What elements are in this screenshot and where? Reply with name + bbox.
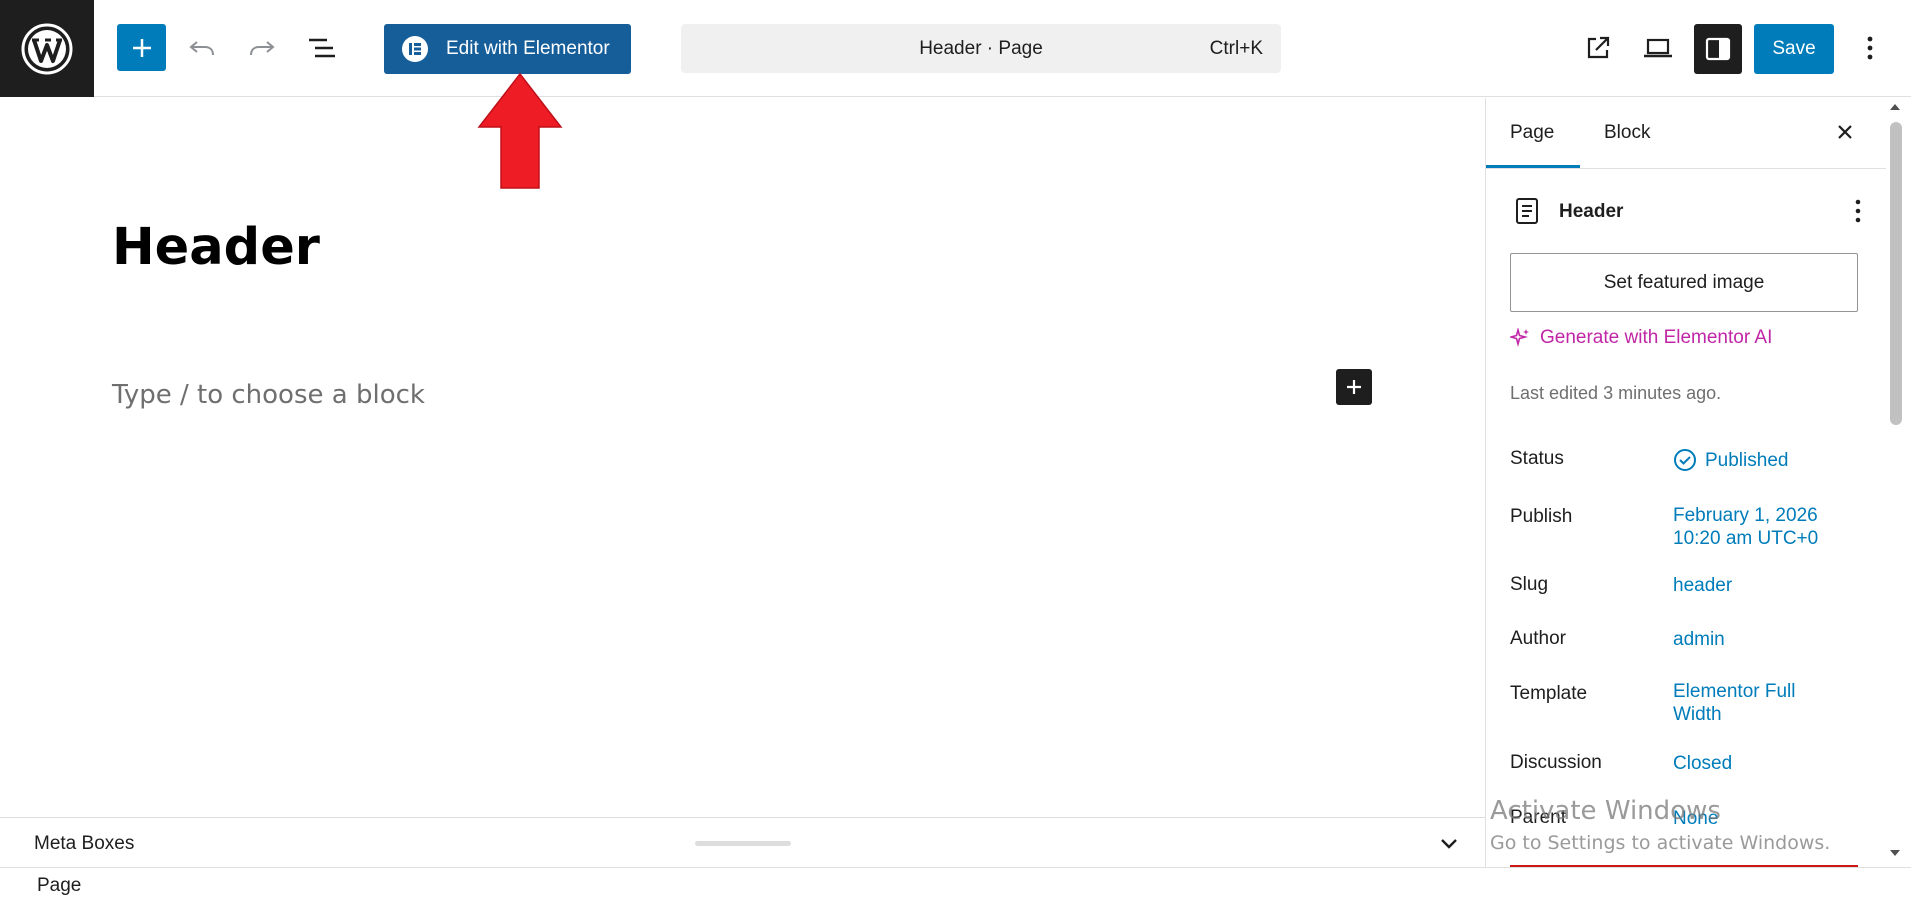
more-vertical-icon[interactable] [1846,198,1870,224]
list-view-icon [309,38,335,58]
inline-add-block-button[interactable] [1336,369,1372,405]
scroll-down-arrow-icon[interactable] [1890,850,1900,856]
slug-value[interactable]: header [1673,574,1843,597]
publish-date: February 1, 2026 [1673,505,1818,526]
undo-icon [189,41,214,56]
settings-sidebar: Page Block Header Set featured image Gen… [1485,98,1888,867]
meta-boxes-panel: Meta Boxes [0,817,1485,867]
template-value-line1: Elementor Full [1673,681,1796,702]
desktop-icon [1644,38,1672,58]
editor-canvas: Header Type / to choose a block [0,98,1485,818]
plus-icon [1347,380,1361,394]
scrollbar-thumb[interactable] [1890,122,1902,425]
status-value[interactable]: Published [1673,448,1843,472]
check-circle-icon [1674,449,1696,471]
document-summary: Header [1510,196,1870,226]
elementor-icon [402,36,428,62]
wordpress-logo-button[interactable] [0,0,94,97]
redo-icon [250,41,275,56]
close-sidebar-button[interactable] [1831,118,1859,146]
generate-with-ai-link[interactable]: Generate with Elementor AI [1510,327,1772,349]
document-title: Header [1559,201,1624,222]
last-edited-text: Last edited 3 minutes ago. [1510,383,1722,403]
view-page-button[interactable] [1576,26,1620,70]
slug-label: Slug [1510,574,1549,595]
breadcrumb: Page [0,867,1911,902]
set-featured-image-button[interactable]: Set featured image [1510,253,1858,312]
chevron-down-icon[interactable] [1436,830,1462,856]
document-overview-button[interactable] [300,26,344,70]
author-label: Author [1510,628,1566,649]
publish-time: 10:20 am UTC+0 [1673,528,1819,549]
page-icon [1516,198,1538,224]
template-value[interactable]: Elementor Full Width [1673,680,1843,726]
author-value[interactable]: admin [1673,628,1843,651]
tab-page[interactable]: Page [1510,122,1554,144]
settings-sidebar-toggle[interactable] [1694,24,1742,74]
breadcrumb-item-page[interactable]: Page [37,875,81,897]
generate-with-ai-label: Generate with Elementor AI [1540,327,1773,348]
trash-button-edge[interactable] [1510,865,1858,867]
status-value-text: Published [1705,449,1789,471]
options-menu-button[interactable] [1848,26,1892,70]
redo-button[interactable] [240,26,284,70]
parent-value[interactable]: None [1673,807,1843,830]
command-shortcut-hint: Ctrl+K [1209,38,1263,59]
discussion-label: Discussion [1510,752,1602,773]
wordpress-icon [21,23,73,74]
meta-boxes-label: Meta Boxes [34,833,135,854]
sparkle-icon [1510,328,1529,348]
device-preview-button[interactable] [1636,26,1680,70]
status-label: Status [1510,448,1564,469]
plus-icon [132,38,151,57]
more-vertical-icon [1867,36,1873,60]
elementor-button-label: Edit with Elementor [446,38,610,59]
discussion-value[interactable]: Closed [1673,752,1843,775]
resize-handle[interactable] [695,841,791,846]
template-value-line2: Width [1673,704,1722,725]
edit-with-elementor-button[interactable]: Edit with Elementor [384,24,631,74]
external-link-icon [1587,36,1610,59]
publish-label: Publish [1510,506,1573,527]
add-block-button[interactable] [117,24,166,71]
editor-toolbar: Edit with Elementor Header · Page Ctrl+K… [0,0,1911,97]
close-icon [1838,125,1852,139]
sidebar-tabs: Page Block [1486,98,1888,169]
block-placeholder[interactable]: Type / to choose a block [112,380,425,410]
document-title-label: Header · Page [919,38,1043,59]
save-button[interactable]: Save [1754,24,1834,74]
template-label: Template [1510,683,1588,704]
parent-label: Parent [1510,807,1566,828]
annotation-arrow-icon [477,72,563,189]
command-palette-bar[interactable]: Header · Page Ctrl+K [681,24,1281,73]
sidebar-icon [1705,37,1731,61]
page-title[interactable]: Header [112,218,320,277]
scroll-up-arrow-icon[interactable] [1890,104,1900,110]
undo-button[interactable] [180,26,224,70]
tab-block[interactable]: Block [1604,122,1650,144]
publish-date-value[interactable]: February 1, 2026 10:20 am UTC+0 [1673,504,1843,550]
active-tab-indicator [1486,165,1580,168]
